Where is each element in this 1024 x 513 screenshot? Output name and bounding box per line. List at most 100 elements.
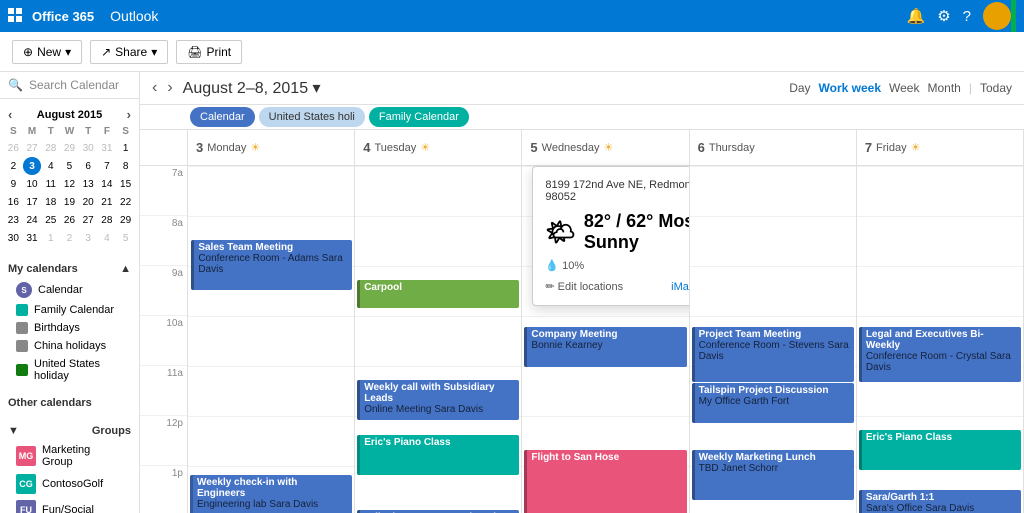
sidebar-calendar-item[interactable]: Birthdays bbox=[8, 319, 131, 337]
calendar-event[interactable]: Weekly Marketing LunchTBD Janet Schorr bbox=[692, 450, 854, 500]
mini-cal-title: August 2015 bbox=[37, 109, 102, 121]
settings-icon[interactable]: ⚙ bbox=[937, 7, 950, 25]
calendar-event[interactable]: Company MeetingBonnie Kearney bbox=[524, 327, 686, 367]
mini-cal-day[interactable]: 1 bbox=[116, 139, 135, 157]
day-col-4: 4 Tuesday☀CarpoolWeekly call with Subsid… bbox=[355, 130, 522, 513]
prev-week-button[interactable]: ‹ bbox=[152, 79, 157, 97]
mini-cal-day[interactable]: 14 bbox=[98, 175, 117, 193]
mini-cal-day[interactable]: 3 bbox=[23, 157, 42, 175]
event-title: Flight to San Hose bbox=[531, 452, 682, 463]
mini-cal-day[interactable]: 19 bbox=[60, 193, 79, 211]
mini-cal-day[interactable]: 1 bbox=[41, 229, 60, 247]
group-item[interactable]: FUFun/Social bbox=[8, 497, 131, 513]
mini-cal-day[interactable]: 10 bbox=[23, 175, 42, 193]
mini-cal-day[interactable]: 20 bbox=[79, 193, 98, 211]
mini-cal-day[interactable]: 31 bbox=[23, 229, 42, 247]
calendar-event[interactable]: Carpool bbox=[357, 280, 519, 308]
mini-cal-day[interactable]: 15 bbox=[116, 175, 135, 193]
calendar-tab[interactable]: Calendar bbox=[190, 107, 255, 127]
my-calendars-header[interactable]: My calendars ▲ bbox=[8, 259, 131, 279]
calendar-event[interactable]: Eric's Piano Class bbox=[859, 430, 1021, 470]
mini-cal-day[interactable]: 29 bbox=[60, 139, 79, 157]
calendar-event[interactable]: Flight to San Hose bbox=[524, 450, 686, 513]
mini-cal-day[interactable]: 2 bbox=[60, 229, 79, 247]
cal-title-dropdown[interactable]: ▾ bbox=[313, 80, 321, 97]
view-workweek[interactable]: Work week bbox=[819, 81, 881, 95]
mini-cal-day[interactable]: 26 bbox=[4, 139, 23, 157]
prev-month-button[interactable]: ‹ bbox=[8, 107, 12, 122]
calendar-event[interactable]: Legal and Executives Bi-WeeklyConference… bbox=[859, 327, 1021, 382]
mini-cal-day[interactable]: 26 bbox=[60, 211, 79, 229]
mini-cal-day[interactable]: 5 bbox=[60, 157, 79, 175]
view-month[interactable]: Month bbox=[927, 81, 960, 95]
mini-cal-day[interactable]: 24 bbox=[23, 211, 42, 229]
next-month-button[interactable]: › bbox=[127, 107, 131, 122]
other-calendars-header[interactable]: Other calendars bbox=[8, 393, 131, 413]
event-title: Carpool bbox=[364, 282, 515, 293]
next-week-button[interactable]: › bbox=[167, 79, 172, 97]
calendar-event[interactable]: Eric's Piano Class bbox=[357, 435, 519, 475]
family-calendar-tab[interactable]: Family Calendar bbox=[369, 107, 469, 127]
mini-cal-day[interactable]: 12 bbox=[60, 175, 79, 193]
calendar-event[interactable]: Weekly check-in with EngineersEngineerin… bbox=[190, 475, 352, 513]
groups-header[interactable]: ▼ Groups bbox=[8, 421, 131, 441]
calendar-name: Birthdays bbox=[34, 322, 80, 334]
view-today[interactable]: Today bbox=[980, 81, 1012, 95]
mini-cal-day[interactable]: 22 bbox=[116, 193, 135, 211]
calendar-event[interactable]: Project Team MeetingConference Room - St… bbox=[692, 327, 854, 382]
mini-cal-day[interactable]: 27 bbox=[23, 139, 42, 157]
sidebar-calendar-item[interactable]: SCalendar bbox=[8, 279, 131, 301]
mini-cal-day[interactable]: 18 bbox=[41, 193, 60, 211]
sidebar-calendar-item[interactable]: China holidays bbox=[8, 337, 131, 355]
mini-cal-day[interactable]: 29 bbox=[116, 211, 135, 229]
avatar[interactable] bbox=[983, 2, 1011, 30]
mini-cal-day[interactable]: 17 bbox=[23, 193, 42, 211]
mini-cal-day[interactable]: 3 bbox=[79, 229, 98, 247]
print-button[interactable]: 🖨 Print bbox=[176, 40, 242, 64]
sidebar-calendar-item[interactable]: Family Calendar bbox=[8, 301, 131, 319]
mini-cal-day[interactable]: 28 bbox=[98, 211, 117, 229]
notifications-icon[interactable]: 🔔 bbox=[907, 7, 926, 25]
grid-line bbox=[355, 316, 521, 317]
calendar-event[interactable]: Sara/Garth 1:1Sara's Office Sara Davis bbox=[859, 490, 1021, 513]
share-button[interactable]: ↗ Share ▾ bbox=[90, 40, 168, 64]
mini-cal-day[interactable]: 9 bbox=[4, 175, 23, 193]
search-bar[interactable]: 🔍 Search Calendar bbox=[0, 72, 139, 99]
view-week[interactable]: Week bbox=[889, 81, 919, 95]
us-holidays-tab[interactable]: United States holi bbox=[259, 107, 365, 127]
mini-cal-day[interactable]: 4 bbox=[41, 157, 60, 175]
new-button[interactable]: ⊕ New ▾ bbox=[12, 40, 82, 64]
mini-cal-day[interactable]: 31 bbox=[98, 139, 117, 157]
edit-locations-button[interactable]: ✏ Edit locations bbox=[545, 280, 623, 293]
mini-cal-day[interactable]: 7 bbox=[98, 157, 117, 175]
sidebar-calendar-item[interactable]: United States holiday bbox=[8, 355, 131, 385]
mini-cal-day[interactable]: 13 bbox=[79, 175, 98, 193]
mini-cal-day[interactable]: 28 bbox=[41, 139, 60, 157]
grid-line bbox=[188, 466, 354, 467]
mini-cal-day[interactable]: 16 bbox=[4, 193, 23, 211]
app-grid-icon[interactable] bbox=[8, 8, 24, 24]
mini-cal-day[interactable]: 30 bbox=[4, 229, 23, 247]
mini-cal-day[interactable]: 4 bbox=[98, 229, 117, 247]
mini-cal-day[interactable]: 6 bbox=[79, 157, 98, 175]
map-weather-link[interactable]: iMap Weather bbox=[671, 281, 689, 293]
calendar-event[interactable]: Tailspin Project DiscussionMy Office Gar… bbox=[692, 383, 854, 423]
calendar-event[interactable]: Weekly call with Subsidiary LeadsOnline … bbox=[357, 380, 519, 420]
grid-line bbox=[188, 366, 354, 367]
mini-cal-day[interactable]: 21 bbox=[98, 193, 117, 211]
mini-cal-day[interactable]: 23 bbox=[4, 211, 23, 229]
mini-cal-day[interactable]: 30 bbox=[79, 139, 98, 157]
event-title: Weekly check-in with Engineers bbox=[197, 477, 348, 499]
mini-cal-day[interactable]: 5 bbox=[116, 229, 135, 247]
group-item[interactable]: CGContosoGolf bbox=[8, 471, 131, 497]
mini-cal-day[interactable]: 27 bbox=[79, 211, 98, 229]
mini-cal-day[interactable]: 11 bbox=[41, 175, 60, 193]
group-item[interactable]: MGMarketing Group bbox=[8, 441, 131, 471]
help-icon[interactable]: ? bbox=[963, 8, 971, 25]
mini-cal-day[interactable]: 2 bbox=[4, 157, 23, 175]
mini-cal-day[interactable]: 25 bbox=[41, 211, 60, 229]
mini-cal-day[interactable]: 8 bbox=[116, 157, 135, 175]
calendar-event[interactable]: Sales Team MeetingConference Room - Adam… bbox=[191, 240, 352, 290]
view-day[interactable]: Day bbox=[789, 81, 810, 95]
time-label: 10a bbox=[140, 316, 187, 366]
